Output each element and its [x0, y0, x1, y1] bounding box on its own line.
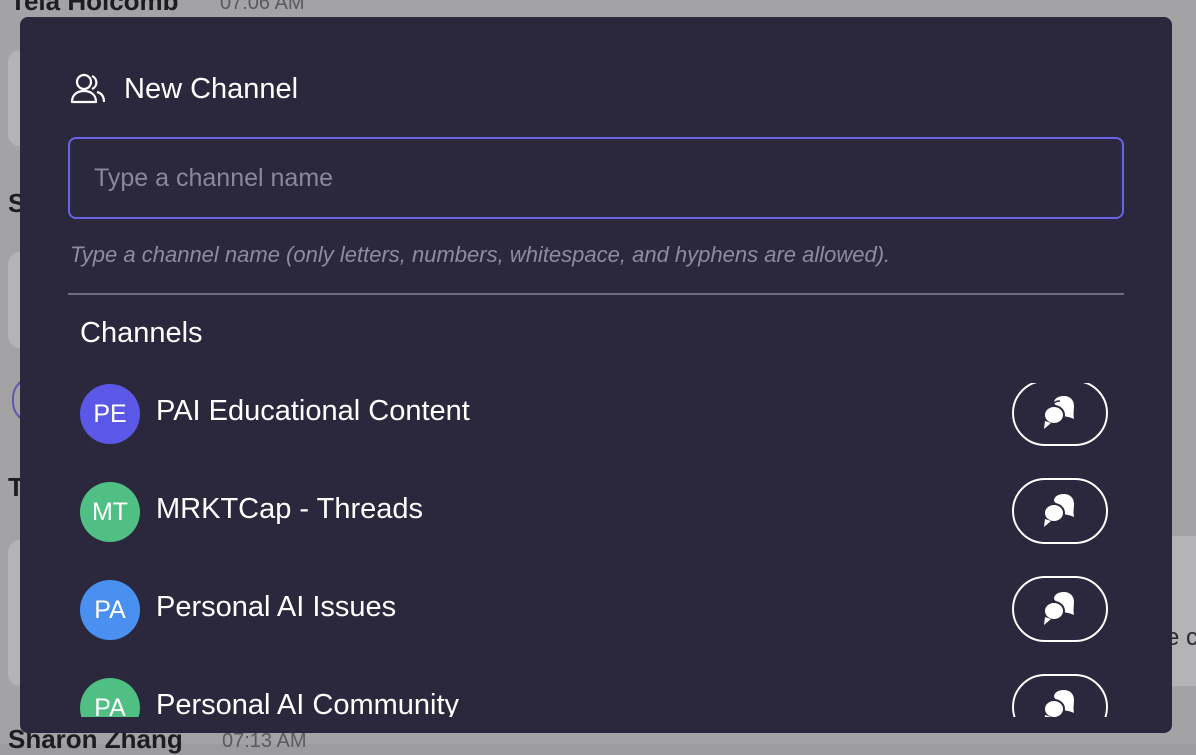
- channel-row[interactable]: PE PAI Educational Content: [80, 383, 1112, 453]
- bg-timestamp: 07:13 AM: [222, 730, 307, 752]
- divider: [68, 293, 1124, 295]
- channel-avatar: PA: [80, 580, 140, 640]
- chat-bubbles-icon: [1043, 396, 1074, 429]
- channel-name-input[interactable]: [68, 137, 1124, 219]
- input-hint: Type a channel name (only letters, numbe…: [70, 242, 891, 267]
- join-channel-button[interactable]: [1012, 478, 1108, 544]
- channel-row[interactable]: PA Personal AI Issues: [80, 576, 1112, 649]
- chat-bubbles-icon: [1043, 592, 1074, 625]
- join-channel-button[interactable]: [1012, 383, 1108, 446]
- channel-name: MRKTCap - Threads: [156, 493, 423, 525]
- channel-avatar: PE: [80, 384, 140, 444]
- modal-title: New Channel: [124, 72, 299, 105]
- channel-name: PAI Educational Content: [156, 395, 470, 427]
- bg-author-name: Tela Holcomb: [10, 0, 179, 16]
- channels-section-title: Channels: [80, 317, 203, 349]
- channel-name: Personal AI Issues: [156, 591, 397, 623]
- channel-avatar: PA: [80, 678, 140, 717]
- bg-timestamp: 07:06 AM: [220, 0, 305, 14]
- channel-name: Personal AI Community: [156, 689, 460, 717]
- channel-row[interactable]: PA Personal AI Community: [80, 674, 1112, 717]
- chat-bubbles-icon: [1043, 494, 1074, 527]
- channel-row[interactable]: MT MRKTCap - Threads: [80, 478, 1112, 551]
- new-channel-modal: New Channel Type a channel name (only le…: [20, 17, 1172, 733]
- join-channel-button[interactable]: [1012, 576, 1108, 642]
- channel-avatar: MT: [80, 482, 140, 542]
- join-channel-button[interactable]: [1012, 674, 1108, 717]
- chat-bubbles-icon: [1043, 690, 1074, 717]
- users-icon: [70, 73, 106, 104]
- modal-header: New Channel: [70, 69, 298, 109]
- channel-list[interactable]: PE PAI Educational Content MT MRKTCap - …: [80, 383, 1112, 717]
